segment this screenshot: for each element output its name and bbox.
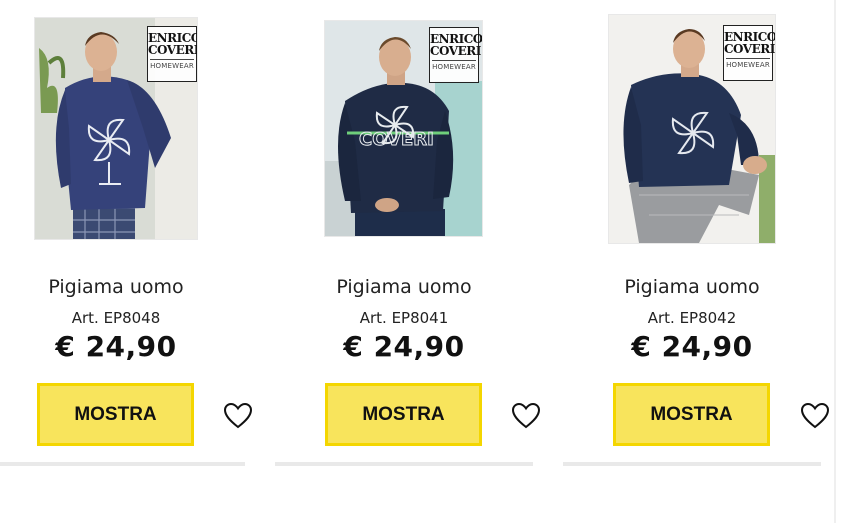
product-title: Pigiama uomo [336,276,472,298]
mostra-button[interactable]: MOSTRA [325,383,482,446]
product-card: ENRICO COVERI HOMEWEAR Pigiama uomo Art.… [563,0,848,523]
heart-outline-icon[interactable] [800,402,830,430]
product-price: € 24,90 [631,330,753,363]
brand-logo: ENRICO COVERI HOMEWEAR [429,27,482,83]
card-divider [275,462,533,466]
product-image[interactable]: ENRICO COVERI HOMEWEAR [35,18,197,239]
product-price: € 24,90 [55,330,177,363]
product-title: Pigiama uomo [48,276,184,298]
product-code: Art. EP8048 [71,309,161,327]
product-card: COVERI ENRICO COVERI HOMEWEAR Pigiama uo… [275,0,578,523]
brand-logo: ENRICO COVERI HOMEWEAR [723,25,775,81]
product-code: Art. EP8042 [647,309,737,327]
brand-logo: ENRICO COVERI HOMEWEAR [147,26,197,82]
mostra-button[interactable]: MOSTRA [613,383,770,446]
product-image[interactable]: ENRICO COVERI HOMEWEAR [609,15,775,243]
mostra-button[interactable]: MOSTRA [37,383,194,446]
heart-outline-icon[interactable] [223,402,253,430]
product-image[interactable]: COVERI ENRICO COVERI HOMEWEAR [325,21,482,236]
card-divider [0,462,245,466]
product-title: Pigiama uomo [624,276,760,298]
card-divider [563,462,821,466]
product-card: ENRICO COVERI HOMEWEAR Pigiama uomo Art.… [0,0,290,523]
heart-outline-icon[interactable] [511,402,541,430]
product-price: € 24,90 [343,330,465,363]
product-code: Art. EP8041 [359,309,449,327]
scroll-edge [834,0,836,523]
